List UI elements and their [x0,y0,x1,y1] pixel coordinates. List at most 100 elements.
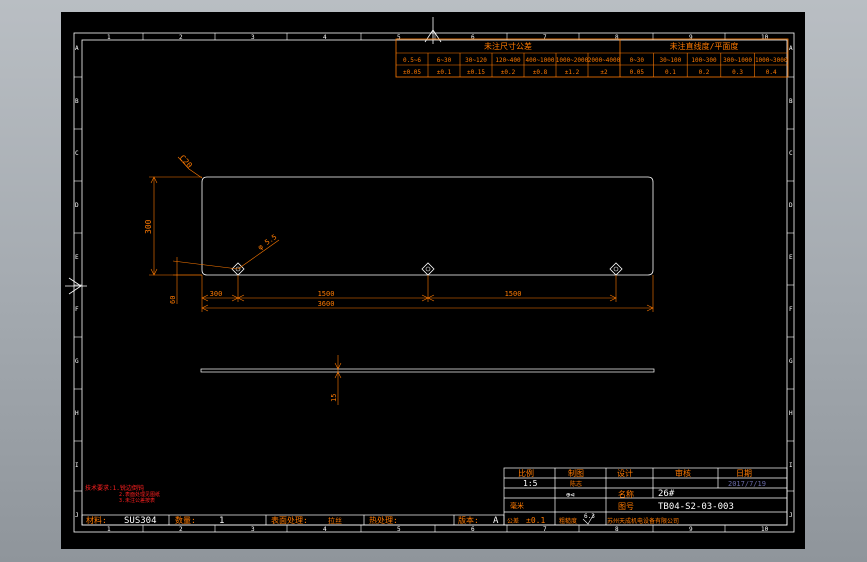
row-label: E [75,254,79,261]
tolerance-label: 公差 [507,517,519,525]
tolerance-range: 6~30 [437,57,452,64]
row-label: D [789,202,793,209]
scale-label: 比例 [518,468,534,478]
tolerance-value: ±1.2 [565,69,580,76]
row-label: E [789,254,793,261]
drawing-number-value: TB04-S2-03-003 [658,502,734,512]
note-line-1: 技术要求:1.锐边倒钝 [85,484,144,492]
tolerance-value: ±2 [600,69,608,76]
pitch-dimension: 1500 [318,290,335,298]
roughness-label: 粗糙度 [559,517,577,525]
row-label: G [75,358,79,365]
tolerance-table: 未注尺寸公差 未注直线度/平面度 0.5~6 ±0.05 6~30 ±0.1 30~12… [395,38,789,78]
row-label: F [75,306,79,313]
technical-notes: 技术要求:1.锐边倒钝 2.表面处理见图纸 3.未注公差按表 [85,484,160,504]
name-label: 名称 [618,489,634,499]
company-name: 苏州天成机电设备有限公司 [607,517,679,525]
tolerance-range: 2000~4000 [588,57,621,64]
row-label: H [75,410,79,417]
projection-symbol: ⊕⊲ [566,491,574,499]
name-value: 26# [658,489,675,499]
row-label: C [75,150,79,157]
drawing-number-label: 图号 [618,502,634,511]
chamfer-dimension: C20 [178,153,194,170]
column-label: 1 [107,34,111,41]
column-label: 7 [543,34,547,41]
row-label: I [75,462,79,469]
flatness-value: 0.4 [766,69,777,76]
column-label: 1 [107,526,111,533]
drawn-label: 制图 [568,468,584,478]
flatness-range: 300~1000 [723,57,752,64]
row-label: C [789,150,793,157]
mounting-hole [421,262,435,276]
column-label: 6 [471,34,475,41]
column-label: 8 [615,526,619,533]
row-label: A [75,45,79,52]
flatness-tolerance-title: 未注直线度/平面度 [670,41,739,51]
plate-outline [201,176,654,276]
row-label: J [75,512,79,519]
tolerance-value: ±0.8 [533,69,548,76]
linear-tolerance-title: 未注尺寸公差 [484,41,532,51]
flatness-value: 0.1 [665,69,676,76]
material-value: SUS304 [124,516,157,526]
column-label: 2 [179,526,183,533]
thickness-dimension: 15 [330,394,338,402]
tolerance-value: ±0.2 [501,69,516,76]
tolerance-value: ±0.15 [467,69,485,76]
tolerance-range: 30~120 [465,57,487,64]
row-label: H [789,410,793,417]
row-label: I [789,462,793,469]
version-label: 版本: [458,515,479,525]
tolerance-range: 120~400 [495,57,521,64]
column-label: 5 [397,34,401,41]
row-label: F [789,306,793,313]
flatness-range: 100~300 [691,57,717,64]
column-label: 9 [689,526,693,533]
title-block: 比例 1:5 制图 陈志 设计 审核 日期 2017/7/19 ⊕⊲ 名称 26… [81,467,788,526]
tolerance-value: ±0.1 [437,69,452,76]
flatness-range: 0~30 [630,57,645,64]
pitch-dimension: 1500 [505,290,522,298]
flatness-range: 30~100 [660,57,682,64]
note-line-2: 2.表面处理见图纸 [119,491,160,498]
row-label: D [75,202,79,209]
centering-mark-left [65,277,87,295]
column-label: 4 [323,34,327,41]
overall-length-dimension: 3600 [318,300,335,308]
row-labels-right: A B C D E F G H I J [787,45,794,519]
row-label: B [75,98,79,105]
inner-border [81,39,788,526]
column-label: 7 [543,526,547,533]
row-label: A [789,45,793,52]
row-label: B [789,98,793,105]
heat-treatment-label: 热处理: [369,515,398,525]
flatness-value: 0.05 [630,69,645,76]
column-label: 5 [397,526,401,533]
row-label: G [789,358,793,365]
tolerance-value: ±0.05 [403,69,421,76]
flatness-value: 0.3 [732,69,743,76]
tolerance-range: 400~1000 [526,57,555,64]
hole-dimension: φ 5.5 [257,233,279,252]
column-label: 9 [689,34,693,41]
flatness-value: 0.2 [699,69,710,76]
cad-drawing: 1 2 3 4 5 6 7 8 9 10 1 2 3 4 5 6 7 8 9 10 A B C D E F G H I J A B C D E… [65,17,795,533]
column-label: 6 [471,526,475,533]
drawn-name: 陈志 [570,480,582,488]
plate-front-view [201,176,654,276]
date-label: 日期 [736,469,752,478]
surface-value: 拉丝 [328,516,342,525]
outer-border [73,32,795,533]
column-label: 10 [761,526,769,533]
date-value: 2017/7/19 [728,480,766,488]
column-label: 3 [251,34,255,41]
tolerance-value: ±0.1 [526,516,545,525]
column-label: 2 [179,34,183,41]
column-label: 3 [251,526,255,533]
plate-side-view: 15 [200,355,655,405]
tolerance-range: 1000~2000 [556,57,589,64]
review-label: 审核 [675,468,691,478]
roughness-value: 6.3 [584,513,595,520]
